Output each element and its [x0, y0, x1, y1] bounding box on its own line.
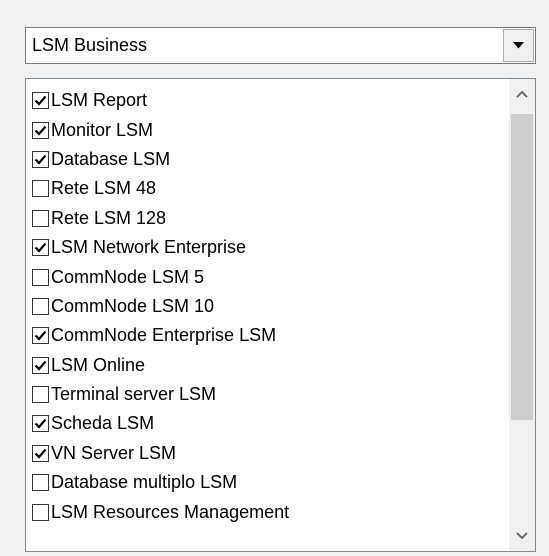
checkbox[interactable]: [32, 386, 49, 404]
list-item-label: LSM Report: [51, 90, 148, 111]
list-item[interactable]: CommNode Enterprise LSM: [26, 321, 508, 350]
list-item[interactable]: Database multiplo LSM: [26, 468, 508, 497]
list-item-label: Monitor LSM: [51, 119, 154, 140]
checkmark-icon: [34, 448, 47, 459]
list-item[interactable]: LSM Resources Management: [26, 497, 508, 526]
checkbox[interactable]: [32, 180, 49, 198]
feature-checklist[interactable]: LSM Report Monitor LSM Database LSM Rete LS…: [25, 78, 536, 552]
list-item-label: Scheda LSM: [51, 413, 155, 434]
list-item-label: Database LSM: [51, 148, 171, 169]
list-item-label: CommNode LSM 10: [51, 295, 215, 316]
checkmark-icon: [34, 95, 47, 106]
list-item[interactable]: Scheda LSM: [26, 409, 508, 438]
list-item-label: CommNode LSM 5: [51, 266, 205, 287]
scroll-thumb[interactable]: [511, 114, 533, 420]
list-item[interactable]: Monitor LSM: [26, 115, 508, 144]
checkbox[interactable]: [32, 415, 49, 433]
checkbox[interactable]: [32, 239, 49, 257]
checkmark-icon: [34, 419, 47, 430]
list-item-label: LSM Online: [51, 354, 146, 375]
checkbox[interactable]: [32, 297, 49, 315]
list-item[interactable]: Terminal server LSM: [26, 380, 508, 409]
list-item-label: Rete LSM 128: [51, 207, 167, 228]
list-item-label: Terminal server LSM: [51, 384, 217, 405]
checkmark-icon: [34, 242, 47, 253]
list-item[interactable]: Rete LSM 48: [26, 174, 508, 203]
list-item[interactable]: Database LSM: [26, 145, 508, 174]
list-item[interactable]: CommNode LSM 10: [26, 292, 508, 321]
checkmark-icon: [34, 125, 47, 136]
checkbox[interactable]: [32, 444, 49, 462]
vertical-scrollbar[interactable]: [509, 79, 535, 551]
scroll-up-button[interactable]: [509, 79, 535, 109]
checkmark-icon: [34, 360, 47, 371]
dropdown-button[interactable]: [503, 29, 534, 62]
list-item[interactable]: Rete LSM 128: [26, 204, 508, 233]
scroll-down-button[interactable]: [509, 521, 535, 551]
list-item[interactable]: LSM Report: [26, 86, 508, 115]
list-item[interactable]: CommNode LSM 5: [26, 262, 508, 291]
list-item-label: Database multiplo LSM: [51, 472, 238, 493]
dropdown-selected-value: LSM Business: [32, 35, 148, 55]
checkbox[interactable]: [32, 503, 49, 521]
product-dropdown[interactable]: LSM Business: [25, 27, 536, 64]
checkmark-icon: [34, 154, 47, 165]
list-item[interactable]: VN Server LSM: [26, 439, 508, 468]
list-item[interactable]: LSM Network Enterprise: [26, 233, 508, 262]
list-item-label: LSM Resources Management: [51, 501, 290, 522]
list-item-label: VN Server LSM: [51, 442, 177, 463]
checkbox[interactable]: [32, 327, 49, 345]
checkbox[interactable]: [32, 150, 49, 168]
list-item[interactable]: LSM Online: [26, 351, 508, 380]
chevron-up-icon: [516, 90, 528, 98]
list-item-label: CommNode Enterprise LSM: [51, 325, 277, 346]
checkbox[interactable]: [32, 121, 49, 139]
checklist-items: LSM Report Monitor LSM Database LSM Rete LS…: [26, 86, 508, 527]
list-item-label: Rete LSM 48: [51, 178, 157, 199]
checkbox[interactable]: [32, 268, 49, 286]
triangle-down-icon: [513, 42, 524, 49]
list-item-label: LSM Network Enterprise: [51, 237, 247, 258]
checkbox[interactable]: [32, 209, 49, 227]
chevron-down-icon: [516, 532, 528, 540]
checkbox[interactable]: [32, 356, 49, 374]
checkbox[interactable]: [32, 474, 49, 492]
checkbox[interactable]: [32, 92, 49, 110]
checkmark-icon: [34, 331, 47, 341]
